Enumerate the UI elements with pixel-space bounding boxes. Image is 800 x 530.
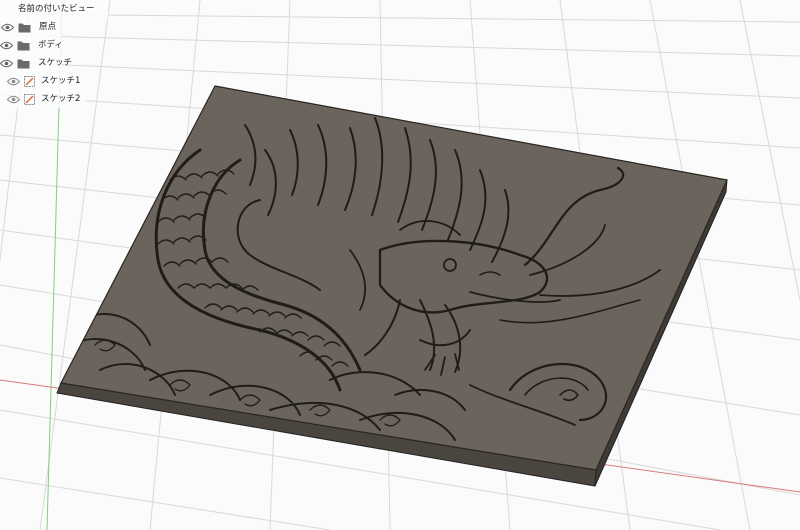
browser-item-sketch1[interactable]: スケッチ1 <box>0 72 86 90</box>
eye-icon[interactable] <box>0 58 13 68</box>
browser-panel: 名前の付いたビュー 原点 ボディ スケッチ スケッチ1 スケッチ2 <box>0 0 220 108</box>
browser-item-label: スケッチ <box>38 58 73 68</box>
browser-item-label: スケッチ2 <box>41 94 81 104</box>
browser-item-origin[interactable]: 原点 <box>0 18 62 36</box>
browser-item-label: スケッチ1 <box>41 76 81 86</box>
folder-icon <box>18 22 31 33</box>
browser-item-sketch2[interactable]: スケッチ2 <box>0 90 86 108</box>
browser-item-bodies[interactable]: ボディ <box>0 36 63 54</box>
named-views-row[interactable]: 名前の付いたビュー <box>0 0 108 18</box>
eye-icon[interactable] <box>0 22 14 32</box>
folder-icon <box>17 40 30 51</box>
folder-icon <box>17 58 30 69</box>
eye-icon[interactable] <box>6 94 20 104</box>
sketch-icon <box>24 75 35 87</box>
sketch-icon <box>24 93 35 105</box>
browser-item-label: 原点 <box>39 22 57 32</box>
eye-icon[interactable] <box>0 40 13 50</box>
browser-item-sketches[interactable]: スケッチ <box>0 54 72 72</box>
eye-icon[interactable] <box>6 76 20 86</box>
browser-item-label: ボディ <box>38 40 63 50</box>
named-views-label: 名前の付いたビュー <box>18 4 95 14</box>
